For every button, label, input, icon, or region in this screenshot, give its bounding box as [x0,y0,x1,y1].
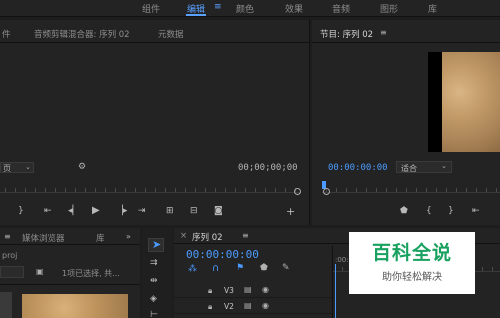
mark-out-icon[interactable]: } [448,206,454,216]
divider [0,284,140,285]
watermark-title: 百科全说 [371,242,452,264]
expand-icon[interactable]: » [126,232,131,241]
razor-tool-icon[interactable]: ◈ [150,294,157,304]
add-marker-icon[interactable]: ⬟ [400,206,408,216]
fit-dropdown[interactable]: 适合 ⌄ [396,161,452,173]
track-row-v3: 🔒︎ V3 ▤ ◉ [174,284,332,298]
zoom-dropdown[interactable]: 页 ⌄ [0,162,34,173]
project-panel: ≡ 媒体浏览器 库 » proj ▣ 1项已选择, 共... [0,228,140,318]
workspace-tab-audio[interactable]: 音频 [332,2,350,15]
fit-value: 适合 [401,164,417,173]
sand-texture-image [442,52,500,152]
go-to-in-icon[interactable]: ⇤ [44,206,52,216]
tab-media-browser[interactable]: 媒体浏览器 [22,232,65,244]
chevron-down-icon: ⌄ [25,163,31,171]
go-to-out-icon[interactable]: ⇥ [138,206,146,216]
tab-audio-clip-mixer[interactable]: 音频剪辑混合器: 序列 02 [34,28,130,40]
program-time-ruler[interactable] [322,185,500,193]
workspace-tab-graphics[interactable]: 图形 [380,2,398,15]
playhead-start-marker[interactable] [323,188,330,195]
play-icon[interactable]: ▶ [92,205,100,216]
tab-library[interactable]: 库 [96,232,105,244]
tab-divider [0,42,310,43]
active-workspace-indicator [186,14,206,16]
workspace-tab-assembly[interactable]: 组件 [142,2,160,15]
snap-magnet-icon[interactable]: ∩ [212,263,219,274]
overwrite-icon[interactable]: ⊟ [190,206,198,216]
add-button-icon[interactable]: + [286,205,295,218]
playhead-end-marker[interactable] [294,188,301,195]
tab-divider [0,244,140,245]
workspace-bar: 组件 编辑 ≡ 颜色 效果 音频 图形 库 [0,0,500,17]
clip-thumbnail[interactable] [22,294,128,318]
lock-icon[interactable]: 🔒︎ [208,302,212,312]
selection-info: 1项已选择, 共... [62,269,120,278]
new-bin-icon[interactable]: ▣ [36,267,44,276]
menu-icon[interactable]: ≡ [242,231,249,240]
mark-in-icon[interactable]: { [426,206,432,216]
track-name: V2 [224,302,234,311]
source-time-ruler[interactable] [0,185,300,193]
chevron-down-icon: ⌄ [441,162,447,170]
ripple-edit-icon[interactable]: ⇹ [150,276,158,286]
source-timecode: 00;00;00;00 [238,163,298,173]
program-monitor: 节目: 序列 02 ≡ 00:00:00:00 适合 ⌄ ⬟ { } ⇤ [312,20,500,225]
go-to-in-icon[interactable]: ⇤ [472,206,480,216]
search-input[interactable] [0,266,24,278]
selection-tool[interactable]: ➤ [148,238,164,252]
source-panel: 件 音频剪辑混合器: 序列 02 元数据 页 ⌄ ⚙ 00;00;00;00 }… [0,20,310,225]
zoom-value: 页 [3,164,11,173]
timeline-playhead[interactable] [335,264,336,318]
nest-icon[interactable]: ⁂ [188,264,197,274]
timeline-timecode[interactable]: 00:00:00:00 [186,248,259,261]
selection-arrow-icon: ➤ [152,238,162,251]
workspace-tab-color[interactable]: 颜色 [236,2,254,15]
film-icon[interactable]: ▤ [244,301,252,310]
menu-icon[interactable]: ≡ [380,28,387,37]
step-forward-icon[interactable]: ▕▸ [116,206,127,216]
add-marker-icon[interactable]: ⬟ [260,263,268,273]
close-icon[interactable]: × [180,231,187,241]
watermark-subtitle: 助你轻松解决 [382,272,442,283]
linked-selection-icon[interactable]: ⚑ [236,263,244,273]
tab-sequence[interactable]: 序列 02 [192,231,223,243]
video-frame [428,52,500,152]
workspace-tab-effects[interactable]: 效果 [285,2,303,15]
project-file-name: proj [2,251,18,260]
panel-menu-icon[interactable]: ≡ [4,232,11,241]
eye-icon[interactable]: ◉ [262,285,269,294]
lock-icon[interactable]: 🔒︎ [208,286,212,296]
step-back-icon[interactable]: ◂▏ [68,206,79,216]
film-icon[interactable]: ▤ [244,285,252,294]
camera-icon[interactable]: ◙ [214,206,223,216]
tab-divider [312,42,500,43]
settings-icon[interactable]: ⚙ [78,162,86,172]
wrench-icon[interactable]: ✎ [282,263,290,273]
track-name: V3 [224,286,234,295]
workspace-tab-libraries[interactable]: 库 [428,2,437,15]
tab-metadata[interactable]: 元数据 [158,28,184,40]
watermark: 百科全说 助你轻松解决 [349,232,475,294]
insert-icon[interactable]: ⊞ [166,206,174,216]
tab-effects-controls[interactable]: 件 [2,28,11,40]
slip-tool-icon[interactable]: ⊢ [150,310,158,318]
track-select-icon[interactable]: ⇉ [150,258,158,268]
program-timecode[interactable]: 00:00:00:00 [328,163,388,173]
program-title[interactable]: 节目: 序列 02 [320,28,373,40]
clip-thumbnail-left[interactable] [0,292,12,318]
eye-icon[interactable]: ◉ [262,301,269,310]
hamburger-icon[interactable]: ≡ [214,2,222,12]
track-row-v2: 🔒︎ V2 ▤ ◉ [174,300,332,314]
tools-panel: ➤ ⇉ ⇹ ◈ ⊢ [142,228,172,318]
mark-out-icon[interactable]: } [18,206,24,216]
